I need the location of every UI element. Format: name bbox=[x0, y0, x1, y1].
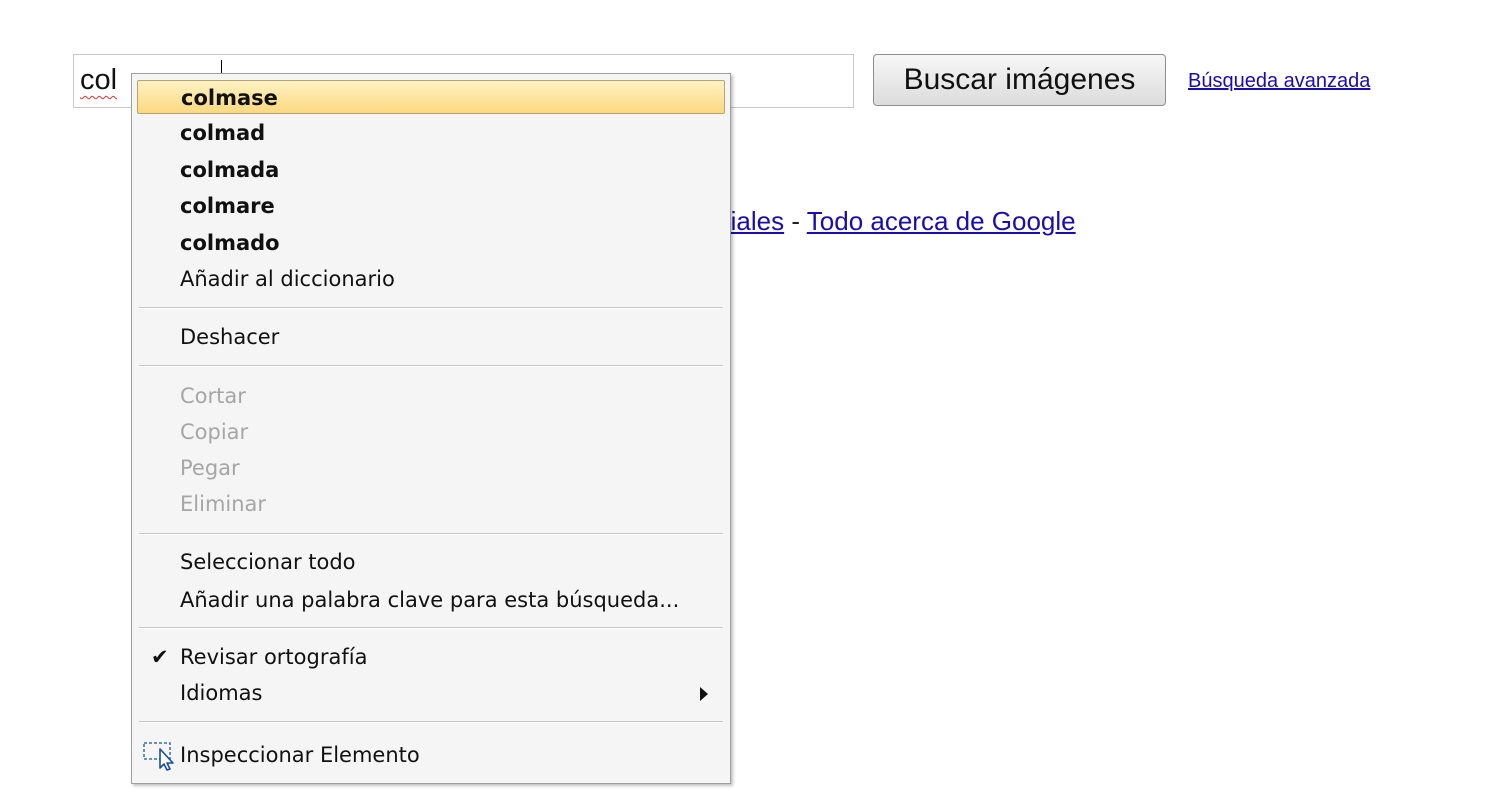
menu-item-inspect-element: Inspeccionar Elemento bbox=[180, 743, 420, 767]
menu-item-delete[interactable]: Eliminar bbox=[137, 487, 725, 521]
search-input-text: col bbox=[80, 64, 118, 96]
search-images-button[interactable]: Buscar imágenes bbox=[873, 54, 1166, 106]
menu-item-cut[interactable]: Cortar bbox=[137, 379, 725, 413]
submenu-arrow-icon bbox=[700, 687, 708, 701]
menu-item-languages-row[interactable]: Idiomas bbox=[137, 676, 725, 710]
menu-item-paste[interactable]: Pegar bbox=[137, 451, 725, 485]
menu-separator bbox=[139, 721, 723, 723]
menu-item-undo[interactable]: Deshacer bbox=[137, 320, 725, 354]
menu-separator bbox=[139, 365, 723, 367]
advanced-search-link[interactable]: Búsqueda avanzada bbox=[1188, 70, 1370, 93]
menu-separator bbox=[139, 307, 723, 309]
menu-item-select-all[interactable]: Seleccionar todo bbox=[137, 545, 725, 579]
menu-item-languages: Idiomas bbox=[180, 681, 263, 705]
menu-item-suggestion-2[interactable]: colmad bbox=[137, 116, 725, 150]
menu-item-copy[interactable]: Copiar bbox=[137, 415, 725, 449]
menu-item-suggestion-3[interactable]: colmada bbox=[137, 153, 725, 187]
menu-separator bbox=[139, 627, 723, 629]
menu-item-suggestion-1[interactable]: colmase bbox=[137, 80, 725, 114]
menu-item-add-to-dictionary[interactable]: Añadir al diccionario bbox=[137, 262, 725, 296]
menu-item-check-spelling-row[interactable]: ✔ Revisar ortografía bbox=[137, 640, 725, 674]
context-menu: colmase colmad colmada colmare colmado A… bbox=[131, 73, 731, 784]
menu-item-inspect-row[interactable]: Inspeccionar Elemento bbox=[137, 738, 725, 772]
menu-item-suggestion-5[interactable]: colmado bbox=[137, 226, 725, 260]
about-google-link[interactable]: Todo acerca de Google bbox=[807, 206, 1076, 236]
menu-item-check-spelling: Revisar ortografía bbox=[180, 645, 368, 669]
footer-links: riales - Todo acerca de Google bbox=[722, 206, 1076, 237]
menu-separator bbox=[139, 533, 723, 535]
menu-item-suggestion-4[interactable]: colmare bbox=[137, 189, 725, 223]
footer-separator: - bbox=[784, 206, 807, 236]
menu-item-add-keyword[interactable]: Añadir una palabra clave para esta búsqu… bbox=[137, 583, 725, 617]
footer-partial-link[interactable]: riales bbox=[722, 206, 784, 236]
